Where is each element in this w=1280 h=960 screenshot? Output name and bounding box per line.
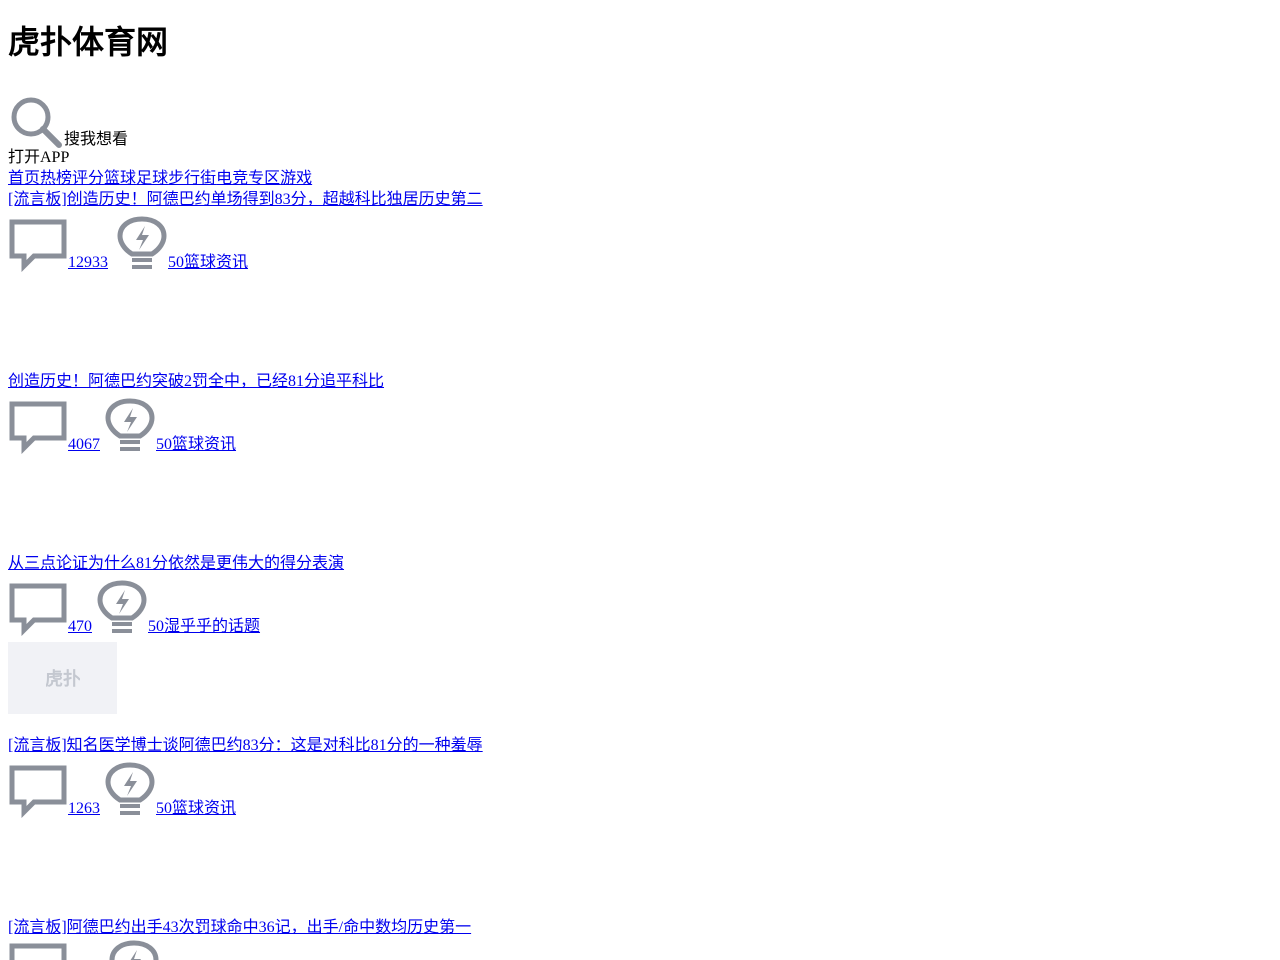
search-icon[interactable]: [8, 94, 64, 150]
lightbulb-icon: [97, 580, 147, 633]
nav-item-esports[interactable]: 电竞专区: [216, 170, 280, 187]
comment-icon: [9, 765, 67, 818]
post-meta: 4067 50篮球资讯: [8, 394, 236, 454]
comment-icon: [9, 401, 67, 454]
board-link[interactable]: 50篮球资讯: [156, 436, 236, 454]
nav-item-rating[interactable]: 评分: [72, 170, 104, 187]
svg-text:虎扑: 虎扑: [46, 668, 80, 690]
post-title[interactable]: [流言板]知名医学博士谈阿德巴约83分：这是对科比81分的一种羞辱: [8, 736, 483, 756]
site-title: 虎扑体育网: [8, 24, 169, 60]
board-link[interactable]: 50篮球资讯: [156, 800, 236, 818]
post-title[interactable]: [流言板]阿德巴约出手43次罚球命中36记，出手/命中数均历史第一: [8, 918, 471, 938]
post-meta: 470 50湿乎乎的话题: [8, 576, 260, 636]
lightbulb-icon: [117, 216, 167, 269]
hupu-logo: 虎扑: [46, 668, 80, 690]
page: 虎扑体育网 搜我想看 打开APP 首页热榜评分篮球足球步行街电竞专区游戏 [流言…: [0, 0, 1280, 960]
post-meta: 1263 50篮球资讯: [8, 758, 236, 818]
comment-count[interactable]: 4067: [68, 436, 100, 454]
board-link[interactable]: 50湿乎乎的话题: [148, 618, 260, 636]
comment-icon: [9, 583, 67, 636]
post-meta: [8, 940, 160, 960]
lightbulb-icon: [105, 762, 155, 815]
post-title[interactable]: [流言板]创造历史！阿德巴约单场得到83分，超越科比独居历史第二: [8, 190, 483, 210]
search-bar[interactable]: 搜我想看: [8, 86, 128, 150]
board-link[interactable]: 50篮球资讯: [168, 254, 248, 272]
post-title[interactable]: 创造历史！阿德巴约突破2罚全中，已经81分追平科比: [8, 372, 384, 392]
nav-item-games[interactable]: 游戏: [280, 170, 312, 187]
nav-item-home[interactable]: 首页: [8, 170, 40, 187]
comment-icon: [9, 943, 67, 960]
nav-item-bxj[interactable]: 步行街: [168, 170, 216, 187]
nav-menu: 首页热榜评分篮球足球步行街电竞专区游戏: [8, 169, 312, 189]
post-thumbnail[interactable]: 虎扑: [8, 642, 117, 714]
comment-count[interactable]: 1263: [68, 800, 100, 818]
nav-item-hot[interactable]: 热榜: [40, 170, 72, 187]
search-placeholder[interactable]: 搜我想看: [64, 130, 128, 150]
comment-count[interactable]: 470: [68, 618, 92, 636]
comment-icon: [9, 219, 67, 272]
comment-count[interactable]: 12933: [68, 254, 108, 272]
open-app-button[interactable]: 打开APP: [8, 148, 69, 168]
nav-item-football[interactable]: 足球: [136, 170, 168, 187]
post-meta: 12933 50篮球资讯: [8, 212, 248, 272]
post-title[interactable]: 从三点论证为什么81分依然是更伟大的得分表演: [8, 554, 344, 574]
nav-item-basketball[interactable]: 篮球: [104, 170, 136, 187]
lightbulb-icon: [105, 398, 155, 451]
lightbulb-icon: [109, 940, 159, 960]
